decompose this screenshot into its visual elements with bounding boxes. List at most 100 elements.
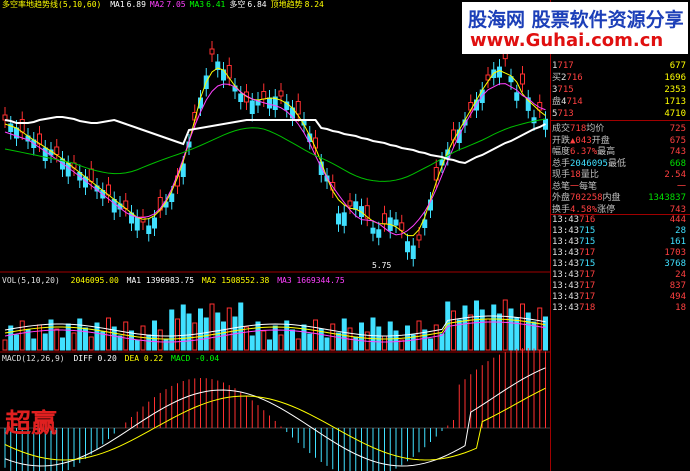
volume-bar [336, 332, 341, 351]
volume-bar [370, 317, 376, 351]
quote-value: 一 [570, 181, 580, 192]
quote-row[interactable]: 现手18量比 2.54 [552, 169, 688, 181]
diff-value: 0.20 [97, 354, 117, 363]
tick-time: 13:43 [552, 237, 580, 247]
volume-bar [146, 334, 152, 351]
bid-row[interactable]: 1717 677 [552, 60, 688, 72]
quote-value: 725 [669, 124, 686, 134]
volume-bar [2, 339, 8, 351]
bid-price: 717 [557, 61, 574, 71]
quote-key: 最高 [597, 147, 616, 157]
macd-value-label: MACD [171, 354, 191, 363]
bid-row[interactable]: 5713 4710 [552, 108, 688, 120]
tick-row[interactable]: 13:43718 18 [552, 302, 688, 314]
bid-row[interactable]: 买2716 1696 [552, 72, 688, 84]
volume-title: VOL(5,10,20) 2046095.00 MA1 1396983.75 M… [2, 276, 345, 286]
candle-body [382, 213, 387, 225]
volume-bar [25, 329, 31, 351]
watermark-logo: 股海网 股票软件资源分享 www.Guhai.com.cn [462, 2, 688, 54]
quote-row[interactable]: 总手2046095最低 668 [552, 158, 688, 170]
candle-body [278, 90, 284, 97]
quote-key: 开跌 [552, 135, 571, 146]
quote-key: 换手 [552, 204, 571, 215]
candle-body [261, 91, 267, 100]
bid-price: 716 [566, 73, 583, 83]
candle-body [88, 168, 94, 182]
quote-row[interactable]: 外盘702258内盘 1343837 [552, 192, 688, 204]
bid-row[interactable]: 盘4714 1713 [552, 96, 688, 108]
tick-time: 13:43 [552, 215, 580, 225]
bid-row[interactable]: 3715 2353 [552, 84, 688, 96]
volume-bar [14, 334, 19, 351]
quote-key: 涨停 [597, 204, 616, 215]
volume-bar [462, 305, 468, 351]
volume-bar [175, 318, 180, 351]
tick-time: 13:43 [552, 248, 580, 258]
candle-body [146, 225, 152, 234]
vol-ma3-value: 1669344.75 [296, 276, 345, 285]
tick-time: 13:43 [552, 292, 580, 302]
volume-bar [19, 320, 25, 351]
dea-value: 0.22 [143, 354, 164, 363]
tick-time: 13:43 [552, 259, 580, 269]
volume-bar [313, 319, 318, 351]
tick-price: 715 [579, 259, 596, 269]
volume-bar [134, 339, 140, 351]
macd-title: MACD(12,26,9) DIFF 0.20 DEA 0.22 MACD -0… [2, 354, 219, 364]
volume-bar [278, 334, 284, 351]
tick-price: 718 [579, 303, 596, 313]
candle-body [336, 213, 341, 225]
tick-price: 717 [579, 292, 596, 302]
candle-body [370, 227, 376, 234]
volume-bar [129, 330, 134, 351]
volume-bar [359, 322, 364, 351]
quote-key: 幅度 [552, 147, 571, 157]
tick-time: 13:43 [552, 270, 580, 280]
bid-volume: 1696 [664, 73, 686, 83]
quote-key: 内盘 [602, 193, 621, 203]
ma-item-value: 8.24 [304, 0, 324, 9]
ma-item: 多空 [229, 0, 246, 9]
diff-label: DIFF [73, 354, 93, 363]
bid-volume: 1713 [664, 97, 686, 107]
volume-bar [37, 324, 42, 351]
candle-body [468, 102, 474, 111]
volume-bar [491, 304, 497, 351]
bid-volume: 2353 [664, 85, 686, 95]
candle-body [405, 241, 410, 253]
volume-bar [353, 336, 359, 351]
candle-body [399, 222, 405, 231]
quote-row[interactable]: 开跌▲043开盘 675 [552, 135, 688, 147]
quote-value: 702258 [570, 193, 603, 203]
chart-area[interactable]: 5.75 [0, 0, 550, 471]
volume-bar [71, 332, 77, 351]
volume-bar [255, 321, 261, 351]
ma-item-value: 6.89 [126, 0, 146, 9]
candle-body [209, 48, 215, 55]
quote-key: 每笔 [579, 181, 598, 192]
quote-row[interactable]: 幅度6.37%最高 743 [552, 146, 688, 158]
quote-row[interactable]: 成交718均价 725 [552, 123, 688, 135]
bid-volume: 4710 [664, 109, 686, 119]
candle-body [497, 66, 502, 78]
candle-body [169, 193, 175, 202]
tick-volume: 18 [675, 303, 686, 313]
ma-item: 顶地趋势 [270, 0, 303, 9]
volume-bar [324, 337, 330, 351]
quote-row[interactable]: 总笔一每笔一 [552, 181, 688, 193]
volume-bar [163, 338, 169, 351]
volume-bar [290, 329, 295, 351]
volume-value: 2046095.00 [70, 276, 119, 285]
candle-body [65, 163, 71, 177]
low-price-marker: 5.75 [372, 261, 391, 270]
volume-bar [60, 337, 65, 351]
volume-bar [439, 333, 445, 351]
quote-value: 743 [669, 147, 686, 157]
main-indicator-title: 多空率地趋势线(5,10,60) MA1 6.89 MA2 7.05 MA3 6.41 多空… [2, 0, 324, 10]
quote-key: 总笔 [552, 181, 571, 192]
quote-value: 6.37% [570, 147, 598, 157]
volume-bar [520, 303, 525, 351]
candle-body [111, 199, 117, 213]
volume-bar [106, 317, 111, 351]
quote-value: ▲043 [570, 135, 592, 146]
